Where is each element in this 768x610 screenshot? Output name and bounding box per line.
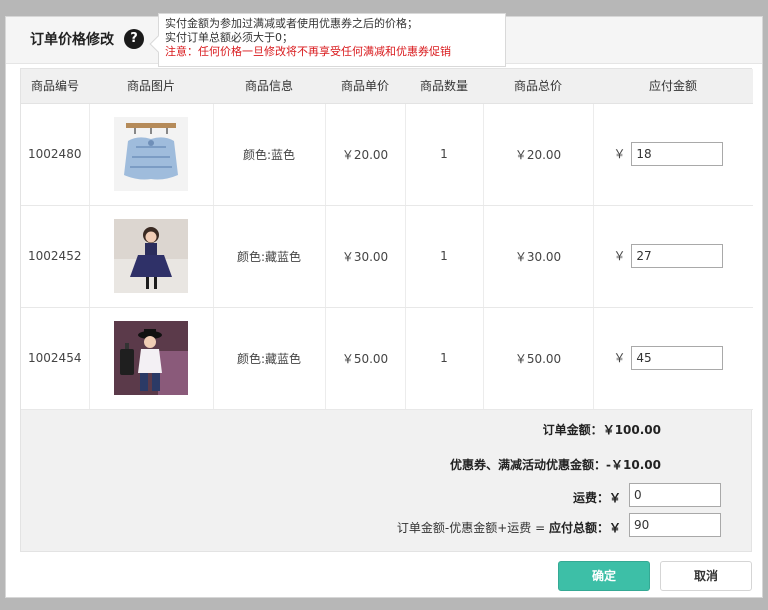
col-header-info: 商品信息 bbox=[213, 69, 325, 104]
line-total: ￥20.00 bbox=[483, 103, 594, 206]
help-icon[interactable]: ? bbox=[124, 29, 144, 49]
quantity: 1 bbox=[405, 307, 484, 410]
quantity: 1 bbox=[405, 103, 484, 206]
order-table: 商品编号 商品图片 商品信息 商品单价 商品数量 商品总价 应付金额 10024… bbox=[21, 69, 753, 410]
product-image[interactable] bbox=[114, 117, 188, 191]
order-table-panel: 商品编号 商品图片 商品信息 商品单价 商品数量 商品总价 应付金额 10024… bbox=[20, 68, 753, 552]
formula-label: 订单金额-优惠金额+运费 = bbox=[396, 521, 549, 535]
order-amount-label: 订单金额： bbox=[542, 423, 603, 437]
col-header-pay: 应付金额 bbox=[593, 69, 753, 104]
pay-amount-input[interactable] bbox=[631, 346, 724, 370]
discount-value: -￥10.00 bbox=[606, 458, 661, 472]
tooltip-line-1: 实付金额为参加过满减或者使用优惠券之后的价格； bbox=[165, 17, 418, 30]
pay-amount-input[interactable] bbox=[631, 142, 724, 166]
col-header-total: 商品总价 bbox=[483, 69, 593, 104]
cancel-button[interactable]: 取消 bbox=[660, 561, 752, 591]
col-header-qty: 商品数量 bbox=[405, 69, 483, 104]
col-header-id: 商品编号 bbox=[21, 69, 89, 104]
product-image[interactable] bbox=[114, 321, 188, 395]
table-row: 1002480 颜色:蓝色 ￥20.00 1 ￥20.00 ￥ 18 bbox=[21, 103, 753, 206]
order-amount-value: ￥100.00 bbox=[602, 423, 661, 437]
help-tooltip: 实付金额为参加过满减或者使用优惠券之后的价格； 实付订单总额必须大于0； 注意：… bbox=[149, 13, 506, 67]
product-image-cell bbox=[89, 103, 214, 206]
currency-symbol: ￥ bbox=[613, 350, 626, 365]
product-image[interactable] bbox=[114, 219, 188, 293]
product-id: 1002480 bbox=[21, 103, 90, 206]
pay-cell: ￥ bbox=[593, 205, 753, 308]
pay-cell: ￥ bbox=[593, 103, 753, 206]
table-header-row: 商品编号 商品图片 商品信息 商品单价 商品数量 商品总价 应付金额 bbox=[21, 69, 753, 104]
discount-label: 优惠券、满减活动优惠金额： bbox=[450, 458, 607, 472]
pay-amount-input[interactable] bbox=[631, 244, 724, 268]
order-price-dialog: 订单价格修改 ? 实付金额为参加过满减或者使用优惠券之后的价格； 实付订单总额必… bbox=[5, 13, 763, 598]
unit-price: ￥20.00 bbox=[325, 103, 406, 206]
tooltip-warning: 注意：任何价格一旦修改将不再享受任何满减和优惠券促销 bbox=[165, 45, 451, 58]
pay-cell: ￥ bbox=[593, 307, 753, 410]
total-input[interactable] bbox=[629, 513, 721, 537]
product-id: 1002452 bbox=[21, 205, 90, 308]
shipping-input[interactable] bbox=[629, 483, 721, 507]
product-info: 颜色:藏蓝色 bbox=[213, 307, 326, 410]
tooltip-line-2: 实付订单总额必须大于0； bbox=[165, 31, 293, 44]
product-image-cell bbox=[89, 205, 214, 308]
unit-price: ￥30.00 bbox=[325, 205, 406, 308]
confirm-button[interactable]: 确定 bbox=[558, 561, 650, 591]
product-info: 颜色:蓝色 bbox=[213, 103, 326, 206]
line-total: ￥50.00 bbox=[483, 307, 594, 410]
col-header-image: 商品图片 bbox=[89, 69, 213, 104]
shipping-row: 运费：￥ bbox=[573, 489, 621, 506]
shipping-label: 运费：￥ bbox=[572, 491, 621, 505]
product-image-cell bbox=[89, 307, 214, 410]
currency-symbol: ￥ bbox=[613, 248, 626, 263]
col-header-unit-price: 商品单价 bbox=[325, 69, 405, 104]
total-row: 订单金额-优惠金额+运费 = 应付总额：￥ bbox=[397, 519, 621, 536]
order-amount-row: 订单金额：￥100.00 bbox=[543, 421, 661, 438]
line-total: ￥30.00 bbox=[483, 205, 594, 308]
unit-price: ￥50.00 bbox=[325, 307, 406, 410]
discount-row: 优惠券、满减活动优惠金额：-￥10.00 bbox=[450, 456, 661, 473]
table-row: 1002452 颜色:藏蓝色 ￥30.00 1 ￥30.00 ￥ 27 bbox=[21, 205, 753, 308]
product-info: 颜色:藏蓝色 bbox=[213, 205, 326, 308]
table-row: 1002454 颜色:藏蓝色 ￥50.00 1 ￥50.00 ￥ 45 bbox=[21, 307, 753, 410]
total-label: 应付总额：￥ bbox=[548, 521, 621, 535]
product-id: 1002454 bbox=[21, 307, 90, 410]
dialog-title: 订单价格修改 bbox=[30, 32, 114, 48]
currency-symbol: ￥ bbox=[613, 146, 626, 161]
quantity: 1 bbox=[405, 205, 484, 308]
